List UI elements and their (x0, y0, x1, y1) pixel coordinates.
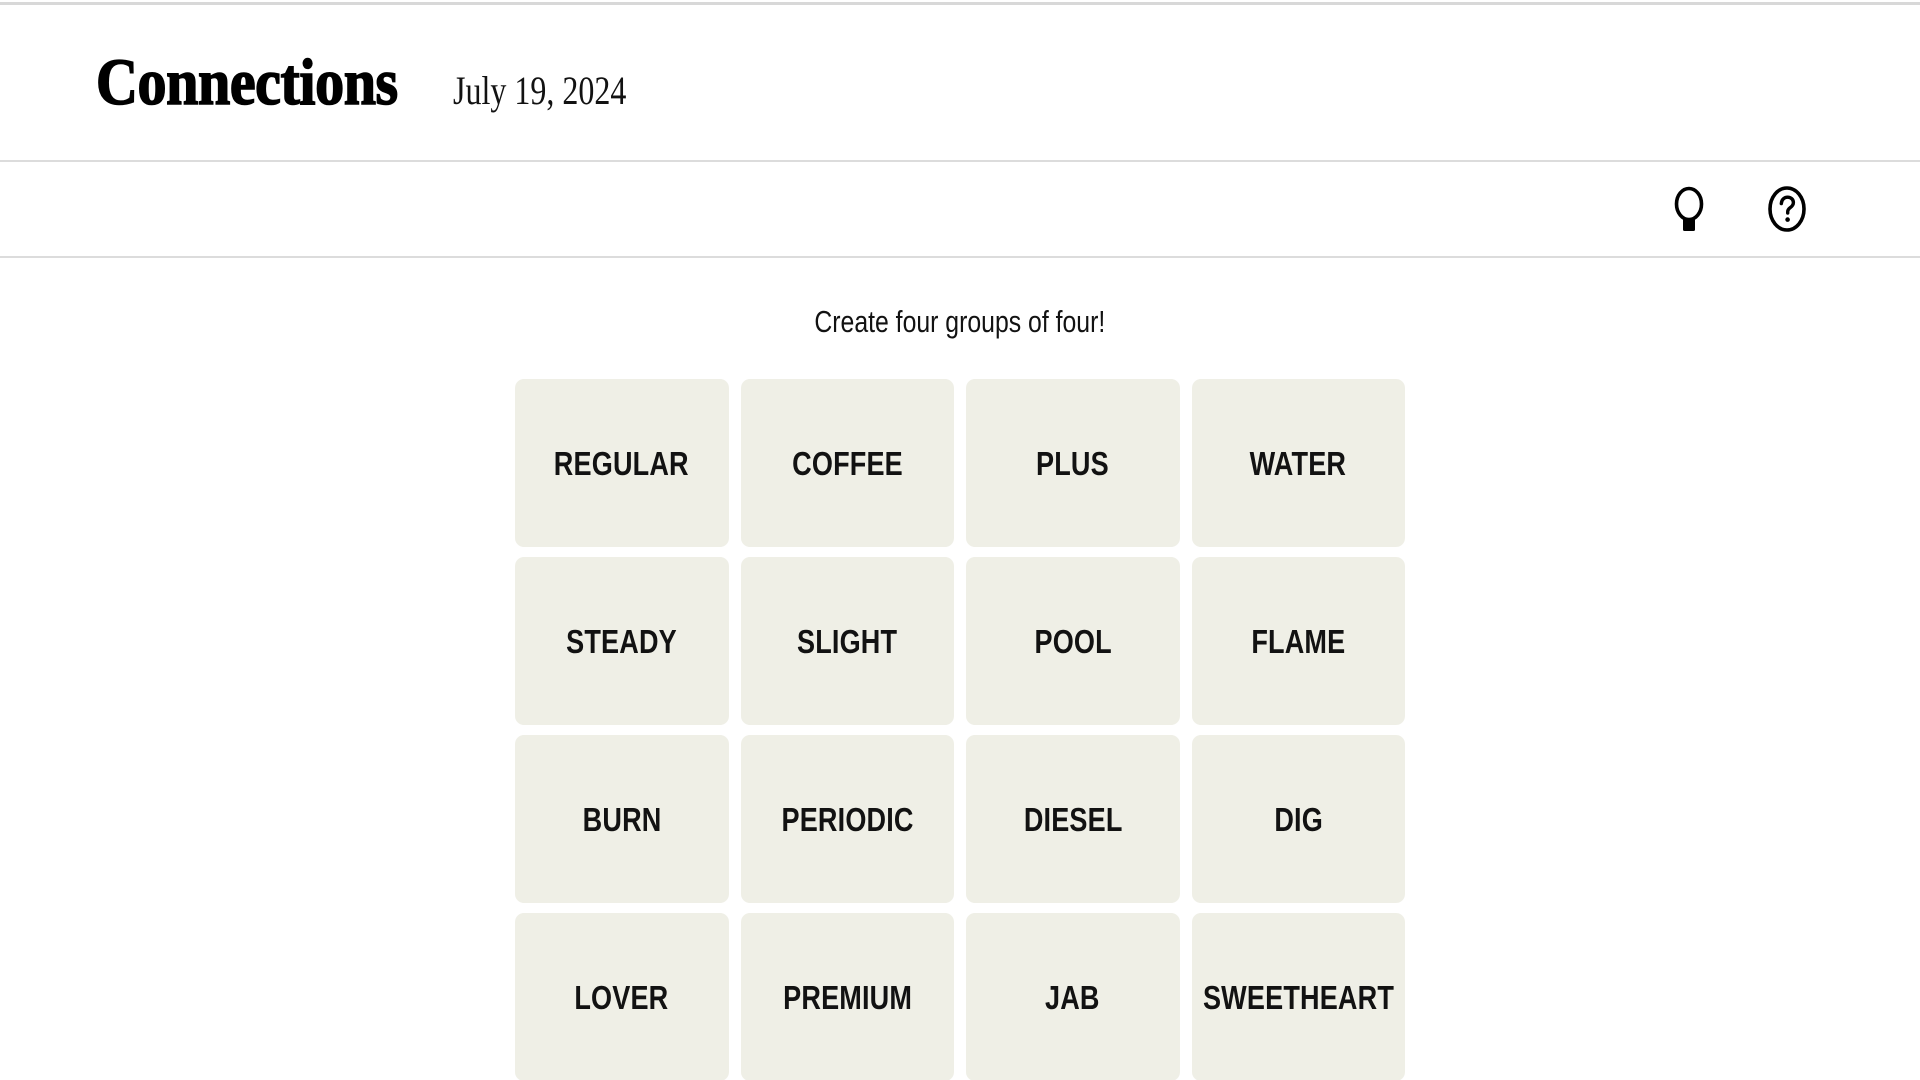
word-tile[interactable]: WATER (1191, 379, 1405, 547)
word-tile[interactable]: PREMIUM (740, 913, 954, 1080)
word-tile[interactable]: BURN (515, 735, 729, 903)
toolbar (0, 160, 1920, 258)
word-tile-label: JAB (1045, 978, 1101, 1016)
hint-button[interactable] (1666, 183, 1712, 235)
word-tile-label: SLIGHT (797, 622, 898, 660)
word-tile[interactable]: PERIODIC (740, 735, 954, 903)
connections-page: Connections July 19, 2024 Create four gr… (0, 0, 1920, 1080)
word-tile-label: COFFEE (791, 444, 903, 482)
help-button[interactable] (1764, 183, 1810, 235)
word-tile[interactable]: JAB (966, 913, 1180, 1080)
word-tile-label: PLUS (1036, 444, 1110, 482)
word-tile-label: PERIODIC (781, 800, 914, 838)
instruction-text: Create four groups of four! (814, 304, 1106, 339)
page-title: Connections (95, 46, 399, 119)
word-tile[interactable]: STEADY (515, 557, 729, 725)
word-tile-label: REGULAR (554, 444, 690, 482)
word-tile[interactable]: LOVER (515, 913, 729, 1080)
word-tile-label: SWEETHEART (1202, 978, 1394, 1016)
word-tile-label: WATER (1249, 444, 1347, 482)
word-tile[interactable]: FLAME (1191, 557, 1405, 725)
word-tile-label: LOVER (574, 978, 669, 1016)
masthead: Connections July 19, 2024 (0, 0, 1920, 160)
word-tile[interactable]: REGULAR (515, 379, 729, 547)
question-mark-circle-icon (1767, 185, 1807, 233)
masthead-inner: Connections July 19, 2024 (0, 46, 670, 119)
word-tile[interactable]: SLIGHT (740, 557, 954, 725)
tile-grid: REGULAR COFFEE PLUS WATER STEADY SLIGHT POOL FL… (515, 379, 1405, 1080)
word-tile-label: PREMIUM (782, 978, 912, 1016)
word-tile-label: BURN (582, 800, 662, 838)
word-tile[interactable]: POOL (966, 557, 1180, 725)
word-tile[interactable]: DIG (1191, 735, 1405, 903)
word-tile-label: DIESEL (1023, 800, 1123, 838)
word-tile-label: STEADY (566, 622, 678, 660)
word-tile[interactable]: COFFEE (740, 379, 954, 547)
word-tile-label: FLAME (1251, 622, 1346, 660)
word-tile-label: DIG (1273, 800, 1323, 838)
word-tile[interactable]: DIESEL (966, 735, 1180, 903)
word-tile[interactable]: SWEETHEART (1191, 913, 1405, 1080)
game-board-area: Create four groups of four! REGULAR COFFE… (0, 258, 1920, 1080)
puzzle-date: July 19, 2024 (452, 68, 627, 113)
lightbulb-icon (1672, 185, 1706, 233)
toolbar-icon-group (1666, 183, 1920, 235)
word-tile[interactable]: PLUS (966, 379, 1180, 547)
word-tile-label: POOL (1034, 622, 1112, 660)
